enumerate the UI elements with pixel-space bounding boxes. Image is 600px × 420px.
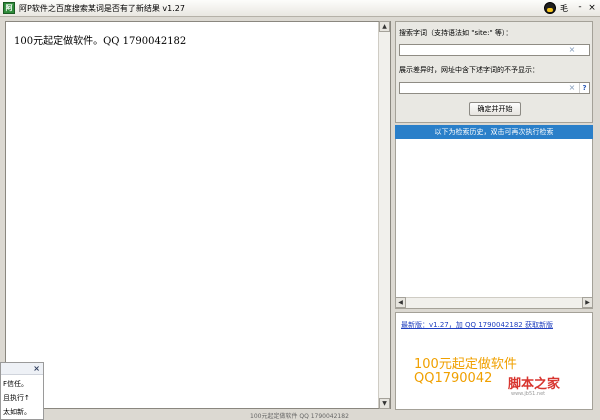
clear-keyword-icon[interactable]: × [567,45,577,55]
popup-close-icon[interactable]: × [33,364,40,373]
scroll-left-button[interactable]: ◀ [395,297,406,308]
qq-penguin-icon[interactable] [544,2,556,14]
history-list[interactable]: ◀ ▶ [395,139,593,309]
search-settings-panel: 搜索字词（支持语法如 "site:" 等）： × 展示差异时，网址中含下述字词的… [395,21,593,123]
main-vertical-scrollbar[interactable]: ▲ ▼ [378,21,390,409]
start-button[interactable]: 确定并开始 [469,102,521,116]
ad-line-2: QQ1790042 [414,371,493,386]
main-results-panel[interactable]: 100元起定做软件。QQ 1790042182 ▲ ▼ [5,21,391,409]
watermark-text: 脚本之家 [508,373,561,392]
clear-exclude-icon[interactable]: × [567,83,577,93]
close-button[interactable]: × [586,2,598,14]
info-panel: 最新版：v1.27，加 QQ 1790042182 获取新版 100元起定做软件… [395,312,593,410]
keyword-label: 搜索字词（支持语法如 "site:" 等）： [399,29,513,37]
new-version-link[interactable]: 最新版：v1.27，加 QQ 1790042182 获取新版 [401,320,553,330]
main-content-text: 100元起定做软件。QQ 1790042182 [14,36,187,47]
scroll-down-button[interactable]: ▼ [379,398,390,409]
help-icon[interactable]: ? [579,83,589,93]
exclude-input[interactable]: × ? [399,82,590,94]
exclude-label: 展示差异时，网址中含下述字词的不予显示： [399,66,539,74]
keyword-input[interactable]: × [399,44,590,56]
window-title: 阿P软件之百度搜索某词是否有了新结果 v1.27 [19,4,185,13]
notification-popup: × F信任。 且执行↑ 太如新。 [0,362,44,420]
history-horizontal-scrollbar[interactable]: ◀ ▶ [395,297,593,308]
minimize-label[interactable]: 毛 [560,3,568,14]
popup-header: × [1,363,43,375]
watermark-url: www.jb51.net [511,391,546,397]
app-logo-icon: 阿 [3,2,15,14]
popup-line-2: 且执行↑ [3,394,30,402]
popup-line-1: F信任。 [3,380,29,388]
status-text: 100元起定做软件 QQ 1790042182 [250,413,349,420]
ad-line-1: 100元起定做软件 [414,357,517,372]
scroll-up-button[interactable]: ▲ [379,21,390,32]
popup-line-3: 太如新。 [3,408,31,416]
scroll-right-button[interactable]: ▶ [582,297,593,308]
minimize-button[interactable]: - [575,2,585,14]
title-bar: 阿 阿P软件之百度搜索某词是否有了新结果 v1.27 毛 - × [0,0,600,17]
history-header: 以下为检索历史，双击可再次执行检索 [395,125,593,139]
